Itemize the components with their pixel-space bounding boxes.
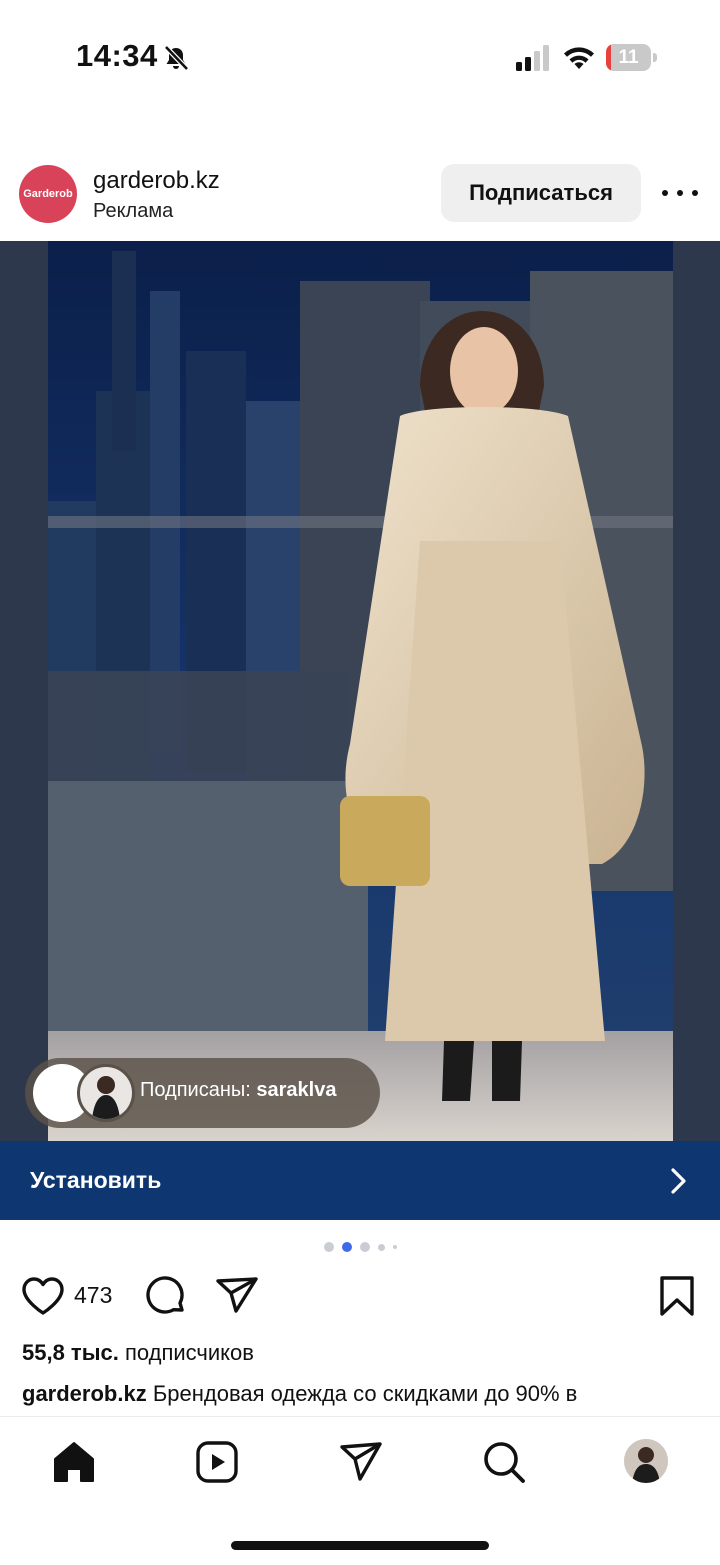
comment-icon[interactable] [144,1274,186,1318]
brand-avatar[interactable]: Garderob [19,165,77,223]
home-indicator[interactable] [231,1541,489,1550]
post-actions: 473 [0,1270,720,1322]
carousel-dot [392,1245,397,1249]
follow-button[interactable]: Подписаться [441,164,641,222]
share-icon[interactable] [215,1275,259,1317]
status-bar: 14:34 11 [0,0,720,112]
search-icon[interactable] [481,1439,527,1485]
install-label: Установить [30,1167,162,1193]
sponsored-label: Реклама [93,200,174,222]
direct-icon[interactable] [338,1439,384,1485]
followed-by-user: saraklva [256,1079,337,1101]
followers-count: 55,8 тыс. подписчиков [22,1340,254,1365]
post-header: Garderob garderob.kz Реклама Подписаться [0,145,720,241]
like-count[interactable]: 473 [74,1282,112,1309]
followed-by-pill[interactable]: Подписаны: saraklva [25,1058,380,1128]
post-media[interactable]: Подписаны: saraklva [0,241,720,1141]
ad-photo [0,241,720,1141]
caption-username: garderob.kz [22,1381,147,1406]
bell-slash-icon [164,45,189,71]
battery-icon: 11 [606,44,657,71]
status-time: 14:34 [76,38,158,73]
bookmark-icon[interactable] [658,1275,696,1317]
install-cta[interactable]: Установить [0,1141,720,1220]
carousel-indicator [0,1240,720,1254]
wifi-icon [564,47,594,69]
follower-avatar [77,1064,135,1122]
carousel-dot [323,1242,334,1252]
profile-avatar[interactable] [624,1439,668,1483]
post-caption[interactable]: garderob.kz Брендовая одежда со скидками… [22,1381,702,1415]
reels-icon[interactable] [194,1439,240,1485]
heart-icon[interactable] [21,1276,65,1316]
home-icon[interactable] [51,1439,97,1485]
brand-avatar-text: Garderob [23,188,73,200]
carousel-dot [377,1243,385,1251]
battery-level: 11 [618,47,639,68]
cellular-signal-icon [516,45,549,71]
chevron-right-icon [671,1168,686,1194]
carousel-dot [341,1242,352,1252]
ellipsis-icon [662,190,668,196]
followed-by-text: Подписаны: saraklva [140,1079,337,1101]
account-name[interactable]: garderob.kz [93,167,220,195]
carousel-dot [359,1242,370,1252]
more-options-button[interactable] [662,175,698,211]
